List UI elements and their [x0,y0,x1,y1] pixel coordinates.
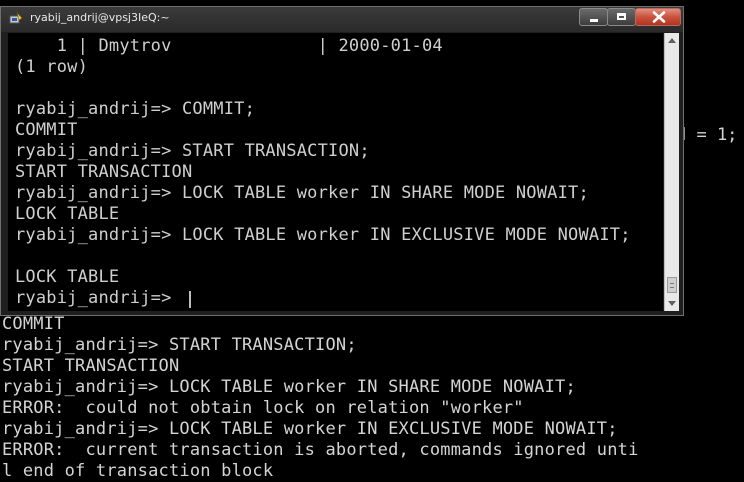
window-title: ryabij_andrij@vpsj3IeQ:~ [30,11,170,24]
console-line: LOCK TABLE [15,204,120,224]
terminal-window[interactable]: ryabij_andrij@vpsj3IeQ:~ 1 | Dmytrov | 2… [0,6,684,316]
console-line: (1 row) [15,57,89,77]
maximize-icon [617,13,626,20]
vertical-scrollbar[interactable] [664,33,679,311]
background-line: ryabij_andrij=> LOCK TABLE worker IN SHA… [2,377,576,397]
terminal-console[interactable]: 1 | Dmytrov | 2000-01-04 (1 row) ryabij_… [8,33,663,311]
background-partial-text: d = 1; [676,125,738,145]
console-line: ryabij_andrij=> START TRANSACTION; [15,141,370,161]
title-bar[interactable]: ryabij_andrij@vpsj3IeQ:~ [1,7,683,32]
background-line: l end of transaction block [2,461,274,481]
console-line: ryabij_andrij=> LOCK TABLE worker IN SHA… [15,183,589,203]
console-prompt: ryabij_andrij=> [15,288,182,308]
minimize-icon [590,19,598,22]
console-line: START TRANSACTION [15,162,193,182]
scroll-down-arrow-icon[interactable] [668,301,676,306]
scroll-up-arrow-icon[interactable] [668,38,676,43]
console-line: 1 | Dmytrov | 2000-01-04 [15,36,443,56]
background-line: COMMIT [2,314,65,334]
console-line: COMMIT [15,120,78,140]
close-button[interactable] [635,8,681,26]
maximize-button[interactable] [607,8,636,26]
close-icon [652,11,666,23]
scrollbar-thumb[interactable] [667,277,677,293]
background-line: ryabij_andrij=> START TRANSACTION; [2,335,357,355]
background-line: ERROR: could not obtain lock on relation… [2,398,524,418]
console-line: ryabij_andrij=> COMMIT; [15,99,256,119]
minimize-button[interactable] [579,8,608,26]
putty-icon [9,12,23,24]
console-line: LOCK TABLE [15,267,120,287]
text-cursor [189,291,191,308]
background-line: ryabij_andrij=> LOCK TABLE worker IN EXC… [2,419,618,439]
console-line: ryabij_andrij=> LOCK TABLE worker IN EXC… [15,225,631,245]
background-line: START TRANSACTION [2,356,180,376]
background-line: ERROR: current transaction is aborted, c… [2,440,639,460]
